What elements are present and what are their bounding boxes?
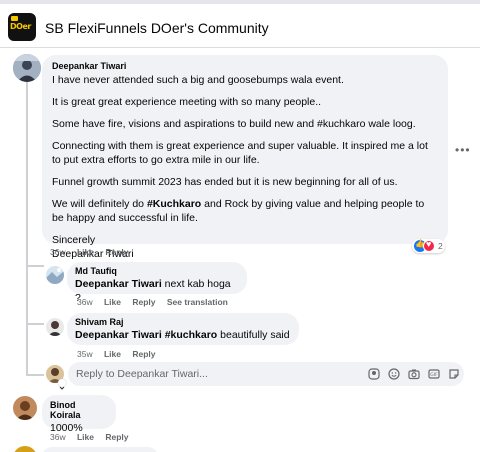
reply-composer: GIF (68, 362, 464, 386)
comment-author[interactable]: Md Taufiq (75, 266, 239, 276)
reply-button[interactable]: Reply (105, 432, 128, 442)
sticker-icon[interactable] (448, 368, 460, 380)
comment-text: Deepankar Tiwari #kuchkaro beautifully s… (75, 329, 290, 341)
avatar-next-comment[interactable] (13, 446, 37, 452)
svg-text:GIF: GIF (430, 372, 438, 378)
reaction-count: 2 (438, 241, 443, 251)
comment-bubble (42, 447, 158, 452)
hashtag-link[interactable]: #Kuchkaro (147, 198, 201, 210)
like-button[interactable]: Like (104, 297, 121, 307)
reaction-summary[interactable]: 2 (412, 239, 445, 253)
comment-actions: 36w Like Reply See translation (77, 297, 237, 307)
more-options-icon[interactable]: ••• (455, 143, 471, 157)
reply-bubble: Shivam Raj Deepankar Tiwari #kuchkaro be… (67, 313, 299, 345)
comment-time[interactable]: 36w (77, 297, 93, 307)
comment-time[interactable]: 36w (50, 432, 66, 442)
comment-text: I have never attended such a big and goo… (52, 74, 344, 86)
reply-button[interactable]: Reply (105, 247, 128, 257)
comment-author[interactable]: Deepankar Tiwari (52, 61, 438, 71)
hashtag-link[interactable]: #kuchkaro (165, 329, 218, 341)
comment-time[interactable]: 35w (77, 349, 93, 359)
avatar-deepankar[interactable] (13, 54, 41, 82)
comment-actions: 35w Like Reply (77, 349, 165, 359)
avatar-sticker-icon[interactable] (368, 368, 380, 380)
group-logo[interactable]: DOer (8, 13, 36, 41)
thread-line (26, 78, 28, 376)
reply-input[interactable] (68, 362, 348, 386)
comment-text: Connecting with them is great experience… (52, 140, 428, 166)
like-button[interactable]: Like (104, 349, 121, 359)
like-button[interactable]: Like (77, 247, 94, 257)
comment-text: Funnel growth summit 2023 has ended but … (52, 176, 398, 188)
see-translation-link[interactable]: See translation (167, 297, 228, 307)
comment-text: It is great great experience meeting wit… (52, 96, 322, 108)
comment-author[interactable]: Shivam Raj (75, 317, 291, 327)
comment-author[interactable]: Binod Koirala (50, 400, 108, 420)
camera-icon[interactable] (408, 368, 420, 380)
emoji-icon[interactable] (388, 368, 400, 380)
comment-bubble: Binod Koirala 1000% (42, 395, 116, 434)
comment-text: Some have fire, visions and aspirations … (52, 118, 416, 130)
avatar-md-taufiq[interactable] (46, 266, 64, 284)
reply-bubble: Md Taufiq Deepankar Tiwari next kab hoga… (67, 262, 247, 304)
gif-icon[interactable]: GIF (428, 368, 440, 380)
group-title[interactable]: SB FlexiFunnels DOer's Community (45, 20, 269, 36)
reply-button[interactable]: Reply (132, 297, 155, 307)
comment-actions: 36w Like Reply (50, 432, 138, 442)
thread-branch (26, 374, 44, 376)
comment-text: We will definitely do #Kuchkaro and Rock… (52, 198, 425, 224)
avatar-shivam-raj[interactable] (46, 318, 64, 336)
avatar-binod-koirala[interactable] (13, 396, 37, 420)
love-reaction-icon (423, 239, 435, 252)
comment-time[interactable]: 36w (50, 247, 66, 257)
avatar-chevron-icon (58, 379, 66, 390)
like-button[interactable]: Like (77, 432, 94, 442)
thread-branch (26, 265, 44, 267)
mention-link[interactable]: Deepankar Tiwari (75, 278, 162, 290)
thread-branch (26, 323, 44, 325)
comment-bubble: Deepankar Tiwari I have never attended s… (42, 55, 448, 260)
comment-actions: 36w Like Reply (50, 247, 138, 257)
group-header: DOer SB FlexiFunnels DOer's Community (0, 4, 480, 48)
reply-button[interactable]: Reply (132, 349, 155, 359)
mention-link[interactable]: Deepankar Tiwari (75, 329, 162, 341)
